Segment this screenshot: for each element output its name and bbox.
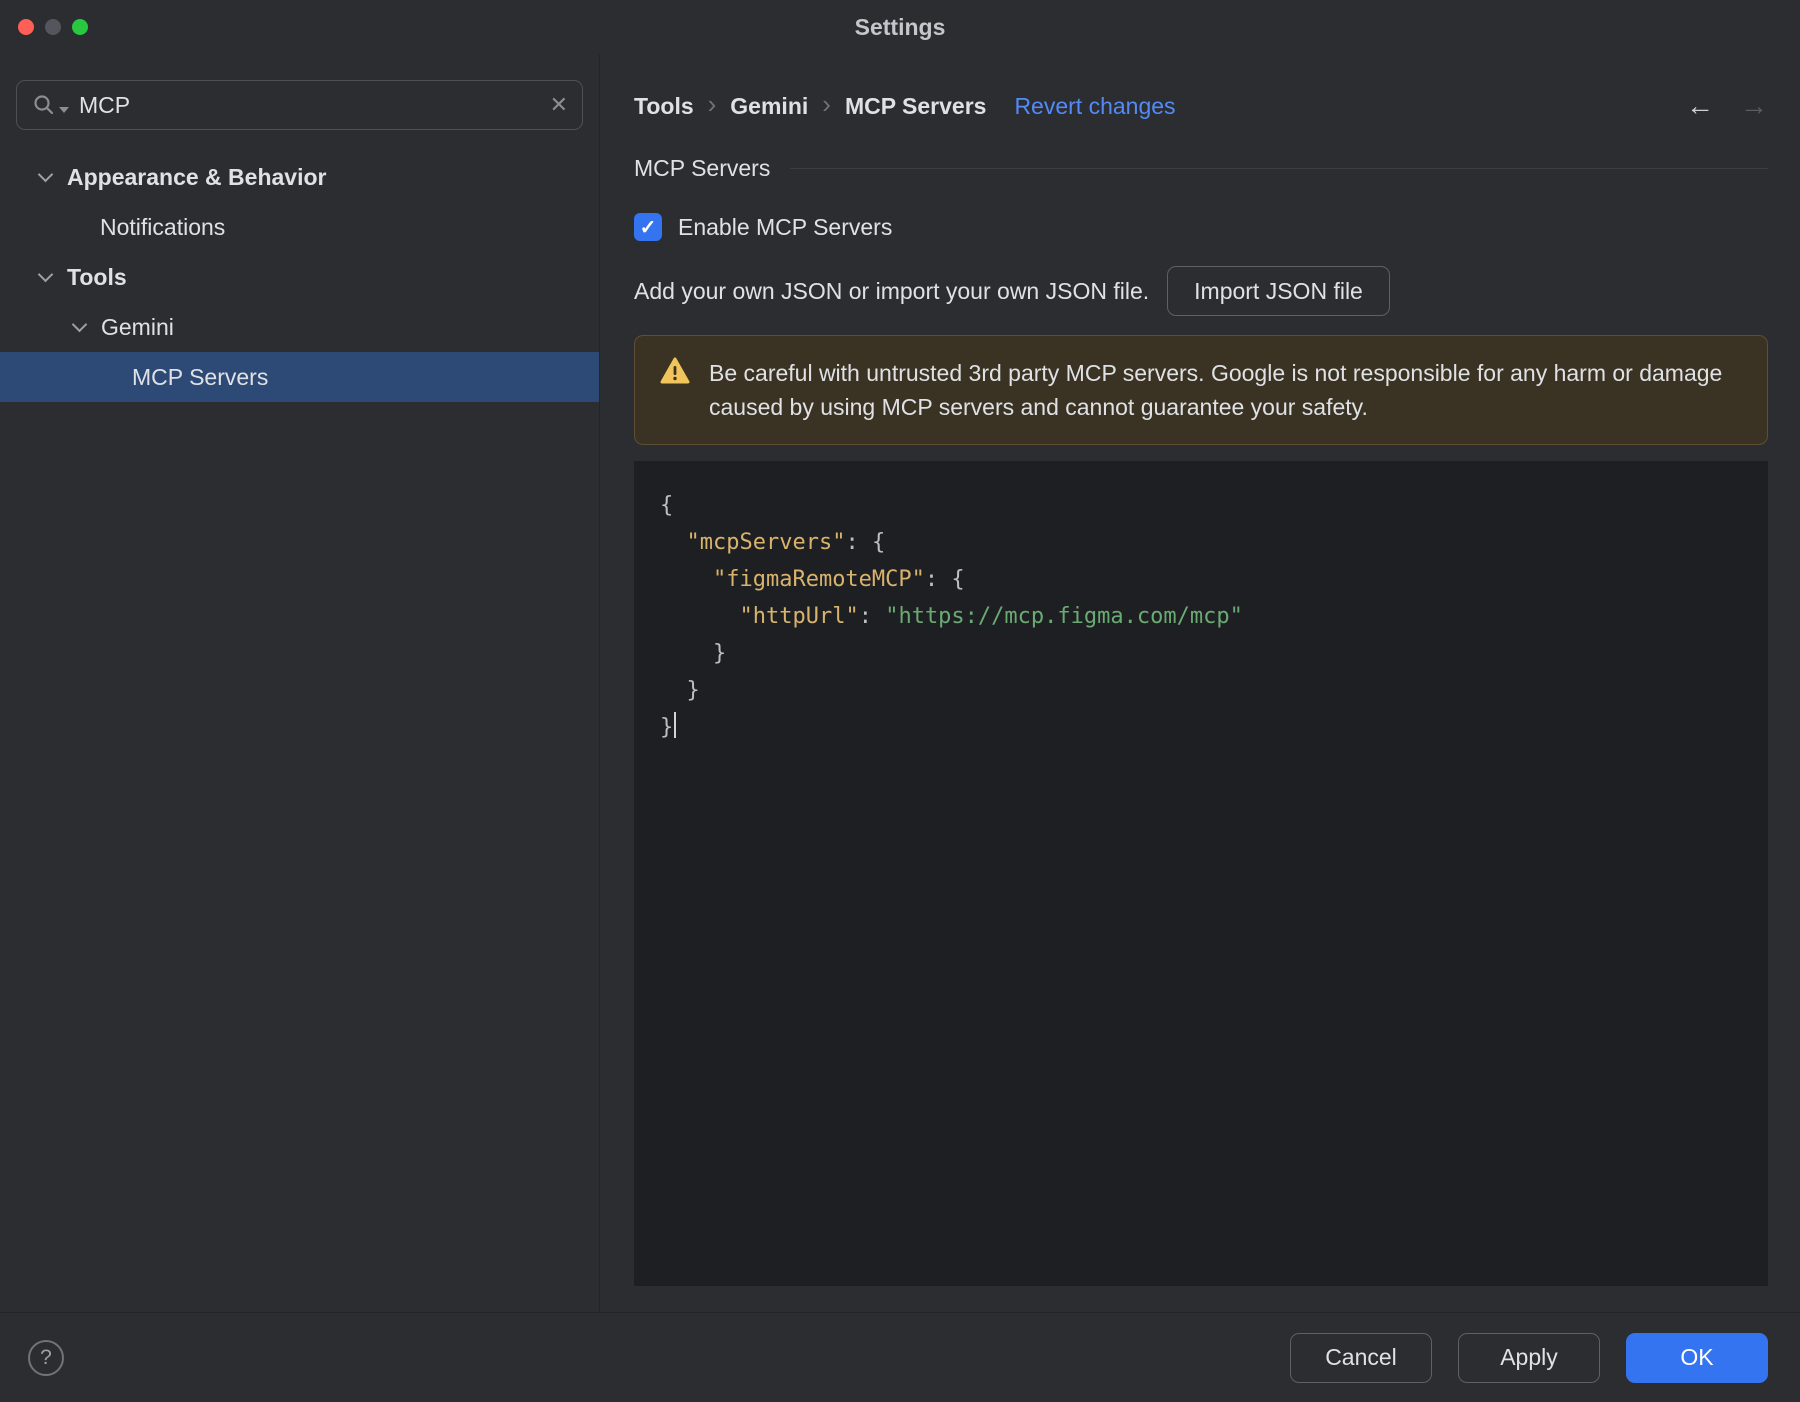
breadcrumb-tools[interactable]: Tools <box>634 93 694 120</box>
footer-buttons: Cancel Apply OK <box>1290 1332 1768 1383</box>
revert-changes-link[interactable]: Revert changes <box>1014 93 1175 120</box>
search-icon <box>31 92 69 118</box>
mcp-json-editor[interactable]: { "mcpServers": { "figmaRemoteMCP": { "h… <box>634 461 1768 1286</box>
back-arrow-icon[interactable]: ← <box>1686 90 1714 122</box>
help-icon: ? <box>40 1345 52 1369</box>
search-options-caret-icon[interactable] <box>59 107 69 113</box>
json-editor-code: { "mcpServers": { "figmaRemoteMCP": { "h… <box>660 493 1243 740</box>
chevron-down-icon[interactable] <box>71 316 88 332</box>
chevron-down-icon[interactable] <box>37 266 54 282</box>
check-icon: ✓ <box>639 216 657 239</box>
settings-tree: Appearance & Behavior Notifications Tool… <box>0 152 599 402</box>
section-header: MCP Servers <box>634 150 1768 186</box>
warning-icon <box>659 356 691 391</box>
footer-bar: ? Cancel Apply OK <box>0 1312 1800 1402</box>
settings-body: ✕ Appearance & Behavior Notifications To… <box>0 54 1800 1312</box>
sidebar-item-appearance-behavior[interactable]: Appearance & Behavior <box>0 152 599 202</box>
settings-sidebar: ✕ Appearance & Behavior Notifications To… <box>0 54 600 1312</box>
sidebar-item-notifications[interactable]: Notifications <box>0 202 599 252</box>
search-clear-icon[interactable]: ✕ <box>550 94 568 116</box>
forward-arrow-icon[interactable]: → <box>1740 90 1768 122</box>
add-json-text: Add your own JSON or import your own JSO… <box>634 277 1150 304</box>
ok-button[interactable]: OK <box>1626 1332 1768 1383</box>
apply-button[interactable]: Apply <box>1458 1332 1600 1383</box>
warning-banner: Be careful with untrusted 3rd party MCP … <box>634 335 1768 445</box>
breadcrumb-separator-icon: › <box>707 89 717 119</box>
close-button[interactable] <box>18 19 34 35</box>
breadcrumb-gemini[interactable]: Gemini <box>730 93 808 120</box>
history-nav: ← → <box>1686 90 1768 122</box>
settings-search-box[interactable]: ✕ <box>16 80 583 130</box>
breadcrumb-separator-icon: › <box>822 89 831 119</box>
breadcrumb-mcp-servers: MCP Servers <box>844 92 987 119</box>
chevron-down-icon[interactable] <box>37 166 54 182</box>
help-button[interactable]: ? <box>28 1339 64 1376</box>
breadcrumb: Tools › Gemini › MCP Servers Revert chan… <box>634 78 1768 134</box>
mcp-servers-panel: Tools › Gemini › MCP Servers Revert chan… <box>600 54 1800 1312</box>
enable-mcp-servers-label: Enable MCP Servers <box>678 213 893 240</box>
settings-window: Settings ✕ Appearance & Behavior <box>0 0 1800 1402</box>
minimize-button[interactable] <box>45 19 61 35</box>
add-json-row: Add your own JSON or import your own JSO… <box>634 266 1768 316</box>
section-divider <box>790 167 1768 169</box>
section-title: MCP Servers <box>634 154 771 181</box>
cancel-button[interactable]: Cancel <box>1290 1332 1432 1383</box>
warning-text: Be careful with untrusted 3rd party MCP … <box>709 360 1723 420</box>
settings-search-input[interactable] <box>79 91 550 119</box>
sidebar-item-gemini[interactable]: Gemini <box>0 302 599 352</box>
import-json-file-button[interactable]: Import JSON file <box>1167 266 1390 316</box>
title-bar: Settings <box>0 0 1800 54</box>
enable-mcp-servers-checkbox[interactable]: ✓ <box>634 213 662 241</box>
enable-mcp-servers-row[interactable]: ✓ Enable MCP Servers <box>634 208 1768 246</box>
window-title: Settings <box>854 13 946 40</box>
zoom-button[interactable] <box>72 19 88 35</box>
traffic-lights <box>18 19 88 35</box>
sidebar-item-tools[interactable]: Tools <box>0 252 599 302</box>
sidebar-item-mcp-servers[interactable]: MCP Servers <box>0 352 599 402</box>
